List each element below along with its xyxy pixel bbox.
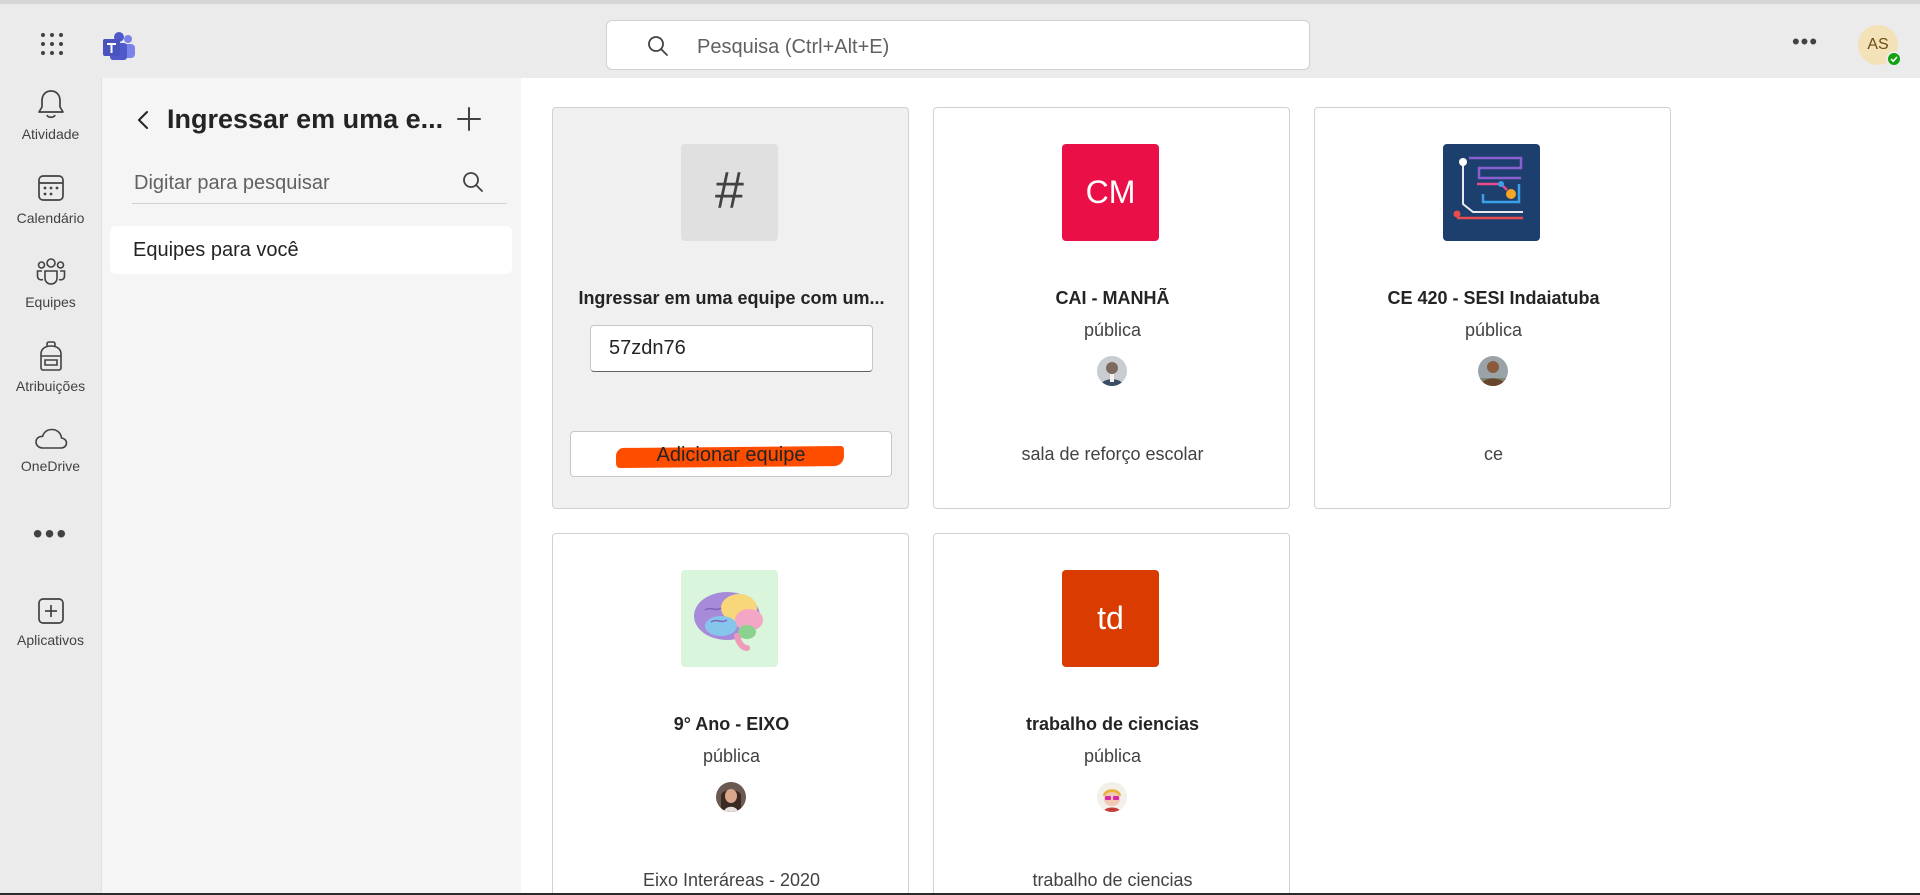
team-name: 9° Ano - EIXO (673, 714, 790, 734)
more-options-icon[interactable]: ••• (1790, 30, 1820, 60)
create-team-plus-icon[interactable] (454, 104, 484, 134)
cloud-icon (34, 428, 67, 449)
pane-item-teams-for-you[interactable]: Equipes para você (110, 226, 512, 274)
calendar-icon (37, 175, 64, 201)
team-card[interactable]: td trabalho de ciencias pública trabalho… (933, 533, 1290, 895)
team-card[interactable]: CE 420 - SESI Indaiatuba pública ce (1314, 107, 1671, 509)
rail-label: OneDrive (20, 458, 81, 474)
rail-label: Atribuições (15, 378, 86, 394)
team-code-input[interactable] (590, 325, 873, 372)
teams-icon (36, 258, 65, 285)
pane-search-input[interactable]: Digitar para pesquisar (132, 168, 507, 204)
more-apps-icon[interactable]: ••• (0, 520, 101, 548)
rail-item-apps[interactable]: Aplicativos (0, 596, 101, 672)
team-description: sala de reforço escolar (1021, 444, 1204, 464)
team-initials: td (1097, 600, 1124, 636)
team-card[interactable]: 9° Ano - EIXO pública Eixo Interáreas - … (552, 533, 909, 895)
rail-label: Atividade (21, 126, 80, 142)
join-card-title: Ingressar em uma equipe com um... (578, 288, 885, 308)
pane-item-label: Equipes para você (133, 239, 299, 261)
rail-item-onedrive[interactable]: OneDrive (0, 426, 101, 502)
search-icon (648, 36, 668, 56)
app-launcher-icon[interactable] (32, 26, 68, 62)
rail-item-activity[interactable]: Atividade (0, 88, 101, 164)
team-image-brain (681, 570, 778, 667)
teams-logo-icon (103, 32, 137, 62)
team-name: trabalho de ciencias (1025, 714, 1200, 734)
team-image-td: td (1062, 570, 1159, 667)
team-name: CE 420 - SESI Indaiatuba (1387, 288, 1600, 308)
team-visibility: pública (1083, 746, 1142, 766)
rail-label: Aplicativos (17, 632, 84, 648)
add-team-button[interactable]: Adicionar equipe (570, 431, 892, 477)
team-description: ce (1483, 444, 1503, 464)
owner-avatar (716, 782, 746, 812)
rail-item-teams[interactable]: Equipes (0, 256, 101, 332)
team-visibility: pública (1083, 320, 1142, 340)
backpack-icon (39, 341, 62, 371)
owner-avatar (1478, 356, 1508, 386)
user-avatar[interactable]: AS (1858, 25, 1902, 67)
team-visibility: pública (1464, 320, 1523, 340)
team-visibility: pública (702, 746, 761, 766)
search-placeholder: Pesquisa (Ctrl+Alt+E) (697, 36, 890, 58)
pane-search-placeholder: Digitar para pesquisar (134, 172, 330, 194)
team-description: Eixo Interáreas - 2020 (642, 870, 821, 890)
team-description: trabalho de ciencias (1032, 870, 1193, 890)
team-name: CAI - MANHÃ (1055, 288, 1170, 308)
back-arrow-icon[interactable] (132, 108, 156, 132)
add-team-button-label: Adicionar equipe (656, 444, 806, 466)
team-image-circuit (1443, 144, 1540, 241)
owner-avatar (1097, 356, 1127, 386)
hashtag-icon: # (681, 144, 778, 241)
rail-item-assignments[interactable]: Atribuições (0, 340, 101, 416)
top-bar: Pesquisa (Ctrl+Alt+E) ••• AS (0, 0, 1920, 78)
team-initials: CM (1085, 174, 1136, 210)
add-apps-icon (37, 598, 64, 624)
rail-item-calendar[interactable]: Calendário (0, 172, 101, 248)
rail-label: Equipes (25, 294, 76, 310)
global-search-input[interactable]: Pesquisa (Ctrl+Alt+E) (606, 20, 1310, 70)
side-pane: Ingressar em uma e... Digitar para pesqu… (101, 78, 521, 895)
search-icon[interactable] (461, 170, 485, 194)
bell-icon (37, 90, 64, 119)
join-with-code-card: # Ingressar em uma equipe com um... Adic… (552, 107, 909, 509)
user-initials: AS (1867, 36, 1889, 53)
pane-title: Ingressar em uma e... (167, 104, 444, 134)
rail-label: Calendário (16, 210, 85, 226)
teams-gallery: # Ingressar em uma equipe com um... Adic… (521, 78, 1920, 895)
team-image-cm: CM (1062, 144, 1159, 241)
team-card[interactable]: CM CAI - MANHÃ pública sala de reforço e… (933, 107, 1290, 509)
presence-available-icon (1886, 51, 1902, 67)
app-rail: Atividade Calendário Equipes Atribuições (0, 78, 101, 895)
owner-avatar (1097, 782, 1127, 812)
